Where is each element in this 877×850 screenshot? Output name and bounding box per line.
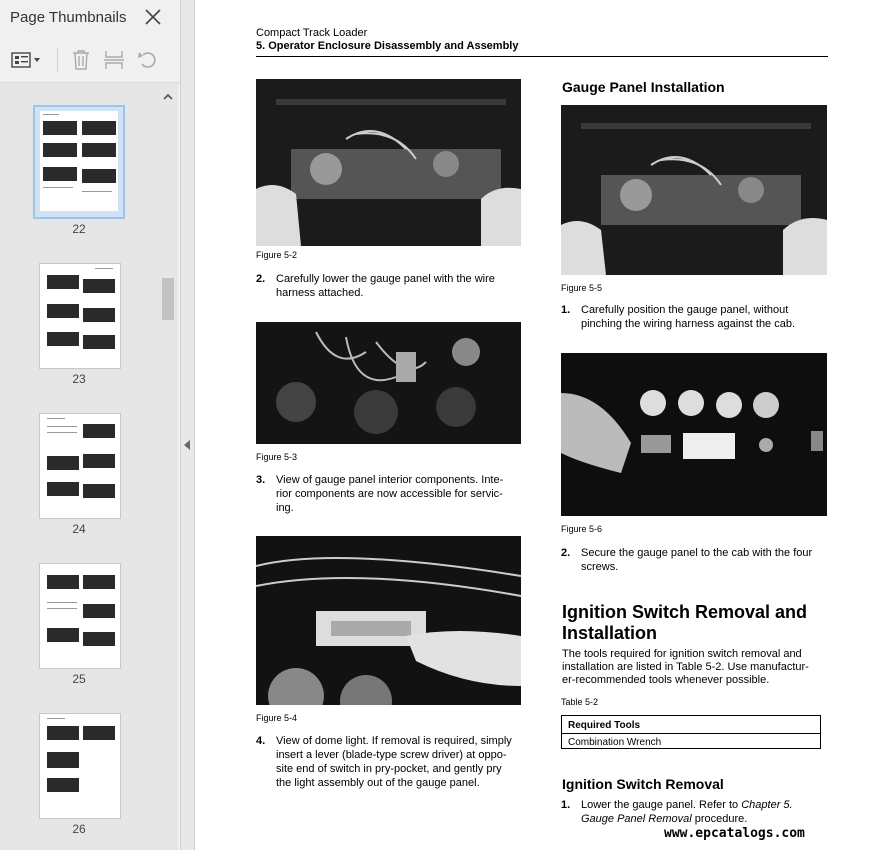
step-item: 4. View of dome light. If removal is req… xyxy=(256,734,536,790)
panel-splitter[interactable] xyxy=(180,0,195,850)
thumbnail-scrollbar[interactable] xyxy=(160,83,176,850)
step-text-line: site end of switch in pry-pocket, and ge… xyxy=(276,763,502,775)
step-text-line: Secure the gauge panel to the cab with t… xyxy=(581,547,813,559)
thumbnails-panel: Page Thumbnails 22 23 24 25 26 xyxy=(0,0,180,850)
toolbar-divider xyxy=(57,48,58,72)
required-tools-table: Required Tools Combination Wrench xyxy=(561,715,821,749)
step-text: View of gauge panel interior components.… xyxy=(276,473,503,515)
thumbnail-page-25[interactable] xyxy=(39,563,121,669)
header-rule xyxy=(256,56,828,57)
step-text-line: the light assembly out of the gauge pane… xyxy=(276,777,480,789)
scrollbar-thumb[interactable] xyxy=(162,278,174,320)
paragraph-line: installation are listed in Table 5-2. Us… xyxy=(562,661,809,673)
watermark: www.epcatalogs.com xyxy=(664,826,805,841)
procedure-reference: Gauge Panel Removal xyxy=(581,813,692,825)
step-text: Lower the gauge panel. Refer to Chapter … xyxy=(581,798,793,826)
section-heading-ignition-removal: Ignition Switch Removal xyxy=(562,776,724,792)
step-number: 3. xyxy=(256,474,266,486)
step-text: Carefully lower the gauge panel with the… xyxy=(276,272,495,300)
thumbnail-page-number: 22 xyxy=(72,222,86,236)
page-preview xyxy=(45,418,115,514)
figure-5-3-photo xyxy=(256,322,521,444)
thumbnail-page-number: 25 xyxy=(72,672,86,686)
table-cell: Combination Wrench xyxy=(568,737,662,748)
step-text-line: screws. xyxy=(581,561,619,573)
figure-caption: Figure 5-3 xyxy=(256,452,298,462)
tools-paragraph: The tools required for ignition switch r… xyxy=(562,648,832,687)
section-heading-ignition-switch: Ignition Switch Removal and Installation xyxy=(562,602,807,644)
page-preview xyxy=(40,111,118,211)
step-item: 3. View of gauge panel interior componen… xyxy=(256,473,526,515)
heading-line: Ignition Switch Removal and xyxy=(562,602,808,622)
running-header-title: Compact Track Loader xyxy=(256,27,368,39)
step-number: 2. xyxy=(561,547,571,559)
step-number: 1. xyxy=(561,304,571,316)
page-preview xyxy=(45,568,115,664)
step-item: 1. Lower the gauge panel. Refer to Chapt… xyxy=(561,798,841,826)
chapter-reference: Chapter 5. xyxy=(741,799,793,811)
thumbnail-page-26[interactable] xyxy=(39,713,121,819)
step-number: 2. xyxy=(256,273,266,285)
step-text-line: rior components are now accessible for s… xyxy=(276,488,503,500)
step-text: Carefully position the gauge panel, with… xyxy=(581,303,795,331)
table-caption: Table 5-2 xyxy=(561,697,599,707)
section-heading-gauge-installation: Gauge Panel Installation xyxy=(562,79,725,95)
step-text-line: Carefully lower the gauge panel with the… xyxy=(276,273,495,285)
trash-icon[interactable] xyxy=(68,48,94,72)
panel-header: Page Thumbnails xyxy=(0,0,180,36)
figure-5-6-photo xyxy=(561,353,827,516)
panel-title: Page Thumbnails xyxy=(10,9,127,26)
page-preview xyxy=(45,718,115,814)
close-icon[interactable] xyxy=(143,7,163,27)
table-divider xyxy=(562,733,820,734)
figure-5-4-photo xyxy=(256,536,521,705)
step-text-line: Carefully position the gauge panel, with… xyxy=(581,304,789,316)
heading-line: Installation xyxy=(562,623,658,643)
document-page: Compact Track Loader 5. Operator Enclosu… xyxy=(195,0,877,850)
figure-caption: Figure 5-2 xyxy=(256,250,298,260)
step-text-line: Lower the gauge panel. Refer to xyxy=(581,799,742,811)
step-item: 1. Carefully position the gauge panel, w… xyxy=(561,303,831,331)
thumbnail-page-number: 24 xyxy=(72,522,86,536)
crop-pages-icon[interactable] xyxy=(101,48,127,72)
figure-caption: Figure 5-6 xyxy=(561,524,603,534)
step-text-line: View of gauge panel interior components.… xyxy=(276,474,504,486)
step-text-line: insert a lever (blade-type screw driver)… xyxy=(276,749,507,761)
step-number: 4. xyxy=(256,735,266,747)
paragraph-line: The tools required for ignition switch r… xyxy=(562,648,802,660)
figure-caption: Figure 5-4 xyxy=(256,713,298,723)
step-text-line: pinching the wiring harness against the … xyxy=(581,318,796,330)
thumbnail-list-area: 22 23 24 25 26 xyxy=(0,83,178,850)
paragraph-line: er-recommended tools whenever possible. xyxy=(562,674,770,686)
step-text-line: procedure. xyxy=(691,813,748,825)
thumbnail-page-number: 26 xyxy=(72,822,86,836)
thumbnail-page-23[interactable] xyxy=(39,263,121,369)
table-header: Required Tools xyxy=(568,720,641,731)
step-item: 2. Carefully lower the gauge panel with … xyxy=(256,272,526,300)
step-item: 2. Secure the gauge panel to the cab wit… xyxy=(561,546,841,574)
figure-caption: Figure 5-5 xyxy=(561,283,603,293)
step-text: View of dome light. If removal is requir… xyxy=(276,734,512,790)
running-header-chapter: 5. Operator Enclosure Disassembly and As… xyxy=(256,40,519,52)
figure-5-5-photo xyxy=(561,105,827,275)
thumbnail-options-icon[interactable] xyxy=(10,48,44,72)
thumbnail-page-24[interactable] xyxy=(39,413,121,519)
figure-5-2-photo xyxy=(256,79,521,246)
step-text: Secure the gauge panel to the cab with t… xyxy=(581,546,812,574)
page-preview xyxy=(45,268,115,364)
step-text-line: ing. xyxy=(276,502,294,514)
chevron-up-icon[interactable] xyxy=(162,91,174,103)
step-text-line: harness attached. xyxy=(276,287,364,299)
rotate-icon[interactable] xyxy=(135,48,161,72)
chevron-left-icon[interactable] xyxy=(184,440,190,450)
step-number: 1. xyxy=(561,799,571,811)
thumbnail-page-22[interactable] xyxy=(33,105,125,219)
thumbnail-list: 22 23 24 25 26 xyxy=(0,83,160,850)
step-text-line: View of dome light. If removal is requir… xyxy=(276,735,512,747)
thumbnail-page-number: 23 xyxy=(72,372,86,386)
panel-toolbar xyxy=(0,38,180,83)
